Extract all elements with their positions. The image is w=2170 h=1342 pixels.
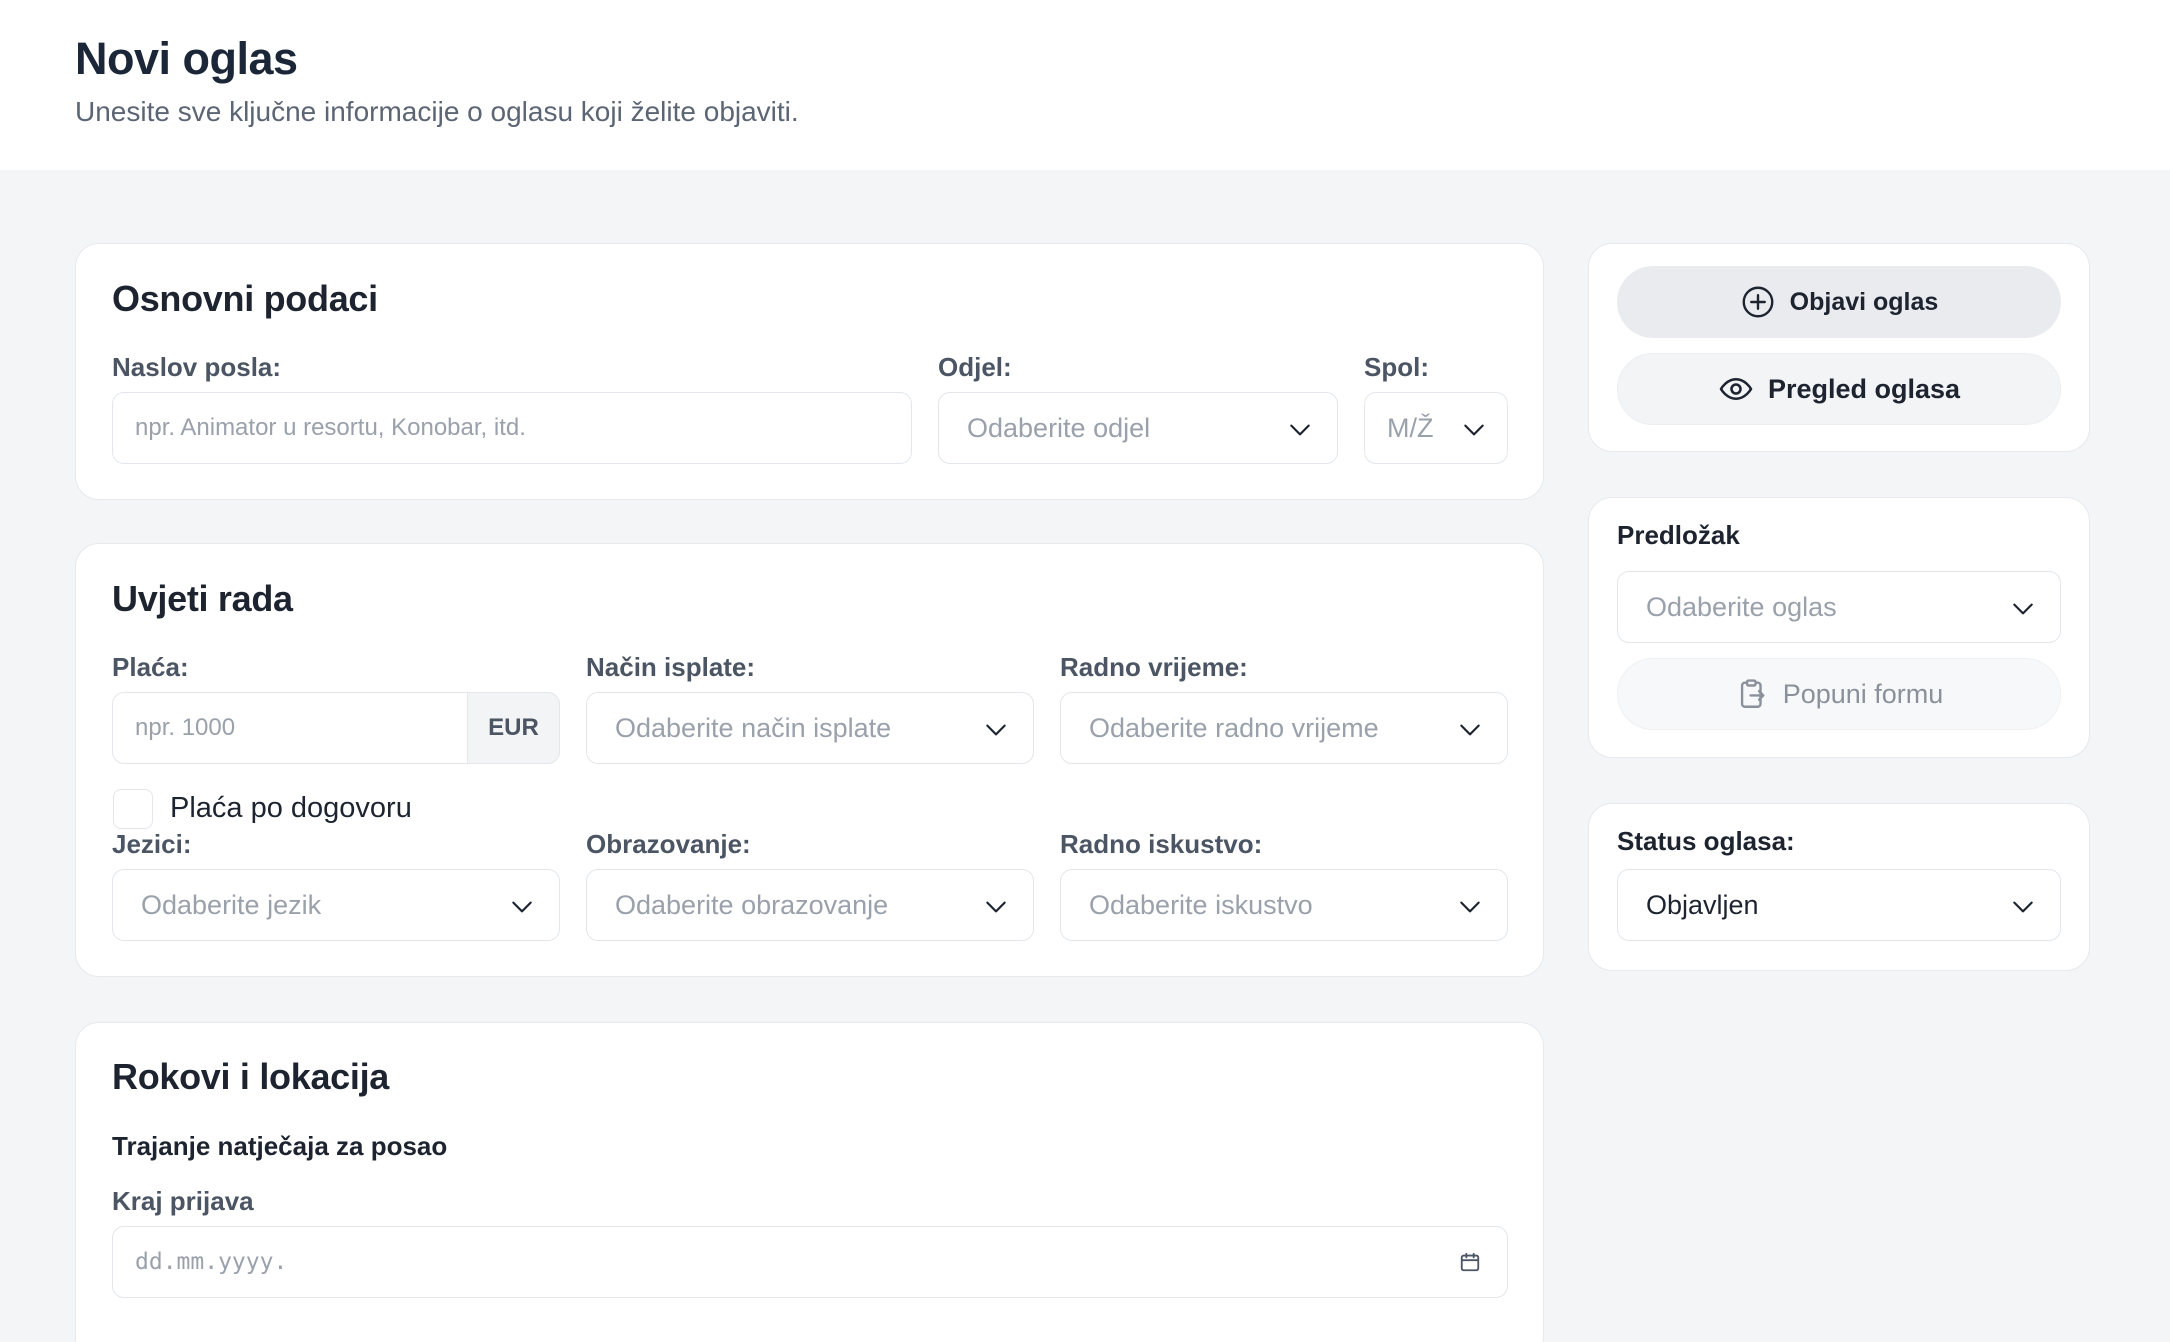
education-select[interactable]: Odaberite obrazovanje	[586, 869, 1034, 941]
deadlines-card: Rokovi i lokacija Trajanje natječaja za …	[75, 1022, 1544, 1342]
status-card: Status oglasa: Objavljen	[1588, 803, 2090, 971]
conditions-title: Uvjeti rada	[112, 578, 293, 619]
job-title-input[interactable]: npr. Animator u resortu, Konobar, itd.	[112, 392, 912, 464]
payment-method-select[interactable]: Odaberite način isplate	[586, 692, 1034, 764]
application-end-label: Kraj prijava	[112, 1186, 254, 1216]
basic-info-title: Osnovni podaci	[112, 278, 378, 319]
salary-placeholder: npr. 1000	[135, 714, 236, 741]
status-value: Objavljen	[1646, 889, 1759, 920]
chevron-down-icon	[983, 717, 1006, 739]
gender-select[interactable]: M/Ž	[1364, 392, 1508, 464]
fill-form-label: Popuni formu	[1782, 678, 1944, 709]
page-title: Novi oglas	[75, 33, 298, 84]
experience-label: Radno iskustvo:	[1060, 829, 1263, 859]
languages-label: Jezici:	[112, 829, 192, 859]
template-title: Predložak	[1617, 520, 1740, 550]
template-select[interactable]: Odaberite oglas	[1617, 571, 2061, 643]
gender-value: M/Ž	[1387, 412, 1434, 443]
application-end-date-input[interactable]: dd.mm.yyyy.	[112, 1226, 1508, 1298]
publish-ad-label: Objavi oglas	[1789, 287, 1939, 316]
chevron-down-icon	[1457, 717, 1480, 739]
application-end-date-placeholder: dd.mm.yyyy.	[135, 1249, 288, 1275]
calendar-icon[interactable]	[1459, 1251, 1481, 1279]
negotiable-salary-label[interactable]: Plaća po dogovoru	[170, 792, 412, 825]
clipboard-icon	[1735, 677, 1769, 711]
basic-info-card: Osnovni podaci Naslov posla: npr. Animat…	[75, 243, 1544, 500]
chevron-down-icon	[983, 894, 1006, 916]
working-hours-select[interactable]: Odaberite radno vrijeme	[1060, 692, 1508, 764]
page-subtitle: Unesite sve ključne informacije o oglasu…	[75, 96, 799, 127]
template-card: Predložak Odaberite oglas Popuni formu	[1588, 497, 2090, 758]
fill-form-button[interactable]: Popuni formu	[1617, 658, 2061, 730]
gender-label: Spol:	[1364, 352, 1429, 382]
payment-method-label: Način isplate:	[586, 652, 756, 682]
currency-addon: EUR	[468, 692, 560, 764]
education-value: Odaberite obrazovanje	[615, 889, 889, 920]
experience-select[interactable]: Odaberite iskustvo	[1060, 869, 1508, 941]
preview-ad-button[interactable]: Pregled oglasa	[1617, 353, 2061, 425]
department-select[interactable]: Odaberite odjel	[938, 392, 1338, 464]
status-select[interactable]: Objavljen	[1617, 869, 2061, 941]
chevron-down-icon	[1457, 894, 1480, 916]
salary-label: Plaća:	[112, 652, 189, 682]
page-header: Novi oglas Unesite sve ključne informaci…	[0, 0, 2170, 170]
status-label: Status oglasa:	[1617, 826, 1795, 856]
working-hours-label: Radno vrijeme:	[1060, 652, 1248, 682]
chevron-down-icon	[509, 894, 532, 916]
salary-input[interactable]: npr. 1000	[112, 692, 468, 764]
chevron-down-icon	[1287, 417, 1310, 439]
conditions-card: Uvjeti rada Plaća: npr. 1000 EUR Način i…	[75, 543, 1544, 977]
negotiable-salary-checkbox[interactable]	[113, 789, 153, 829]
payment-method-value: Odaberite način isplate	[615, 712, 892, 743]
deadlines-title: Rokovi i lokacija	[112, 1056, 390, 1097]
eye-icon	[1718, 371, 1754, 407]
working-hours-value: Odaberite radno vrijeme	[1089, 712, 1379, 743]
languages-select[interactable]: Odaberite jezik	[112, 869, 560, 941]
publish-ad-button[interactable]: Objavi oglas	[1617, 266, 2061, 338]
experience-value: Odaberite iskustvo	[1089, 889, 1313, 920]
chevron-down-icon	[2010, 894, 2033, 916]
plus-circle-icon	[1740, 284, 1776, 320]
education-label: Obrazovanje:	[586, 829, 751, 859]
department-label: Odjel:	[938, 352, 1012, 382]
template-select-value: Odaberite oglas	[1646, 591, 1837, 622]
job-title-label: Naslov posla:	[112, 352, 282, 382]
job-title-placeholder: npr. Animator u resortu, Konobar, itd.	[135, 414, 526, 441]
department-value: Odaberite odjel	[967, 412, 1151, 443]
chevron-down-icon	[2010, 596, 2033, 618]
application-duration-heading: Trajanje natječaja za posao	[112, 1131, 448, 1161]
actions-card: Objavi oglas Pregled oglasa	[1588, 243, 2090, 452]
chevron-down-icon	[1461, 417, 1484, 439]
languages-value: Odaberite jezik	[141, 889, 322, 920]
preview-ad-label: Pregled oglasa	[1767, 373, 1961, 404]
